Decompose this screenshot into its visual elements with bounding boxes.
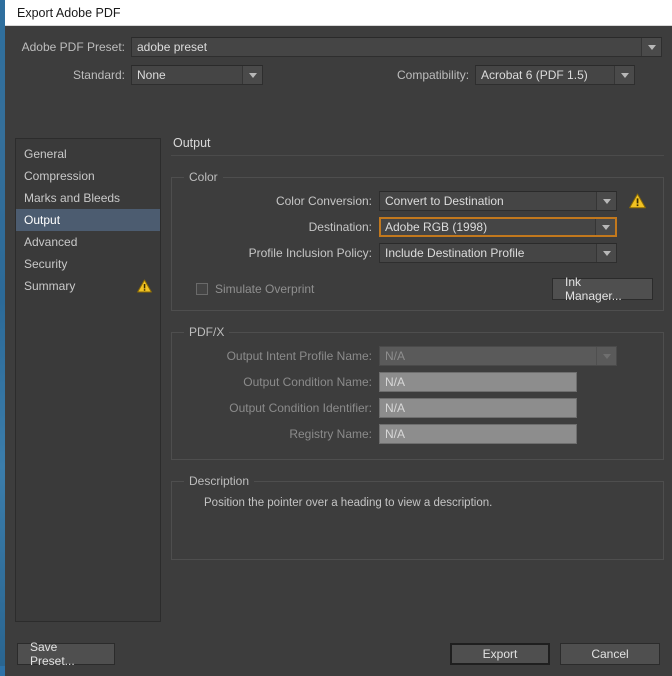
export-button[interactable]: Export (450, 643, 550, 665)
sidebar-item-label: General (24, 147, 67, 161)
profile-inclusion-policy-dropdown[interactable]: Include Destination Profile (379, 243, 617, 263)
pdfx-group: PDF/X Output Intent Profile Name: N/A Ou… (171, 325, 664, 460)
description-group: Description Position the pointer over a … (171, 474, 664, 560)
panel-heading: Output (171, 132, 664, 156)
dialog-footer: Save Preset... Export Cancel (5, 632, 672, 676)
output-panel: Output Color Color Conversion: Convert t… (171, 132, 664, 626)
output-condition-name-input: N/A (379, 372, 577, 392)
sidebar-item-label: Compression (24, 169, 95, 183)
output-condition-identifier-label: Output Condition Identifier: (229, 401, 372, 415)
profile-inclusion-policy-value: Include Destination Profile (385, 246, 525, 260)
preset-label: Adobe PDF Preset: (21, 40, 125, 54)
sidebar-item-output[interactable]: Output (16, 209, 160, 231)
output-condition-name-label: Output Condition Name: (243, 375, 372, 389)
chevron-down-icon (596, 347, 616, 365)
preset-row: Adobe PDF Preset: adobe preset (5, 36, 672, 58)
destination-row: Destination: Adobe RGB (1998) (182, 216, 653, 238)
sidebar-item-general[interactable]: General (16, 143, 160, 165)
compatibility-dropdown[interactable]: Acrobat 6 (PDF 1.5) (475, 65, 636, 85)
sidebar-item-security[interactable]: Security (16, 253, 160, 275)
output-intent-profile-row: Output Intent Profile Name: N/A (182, 345, 653, 367)
registry-name-row: Registry Name: N/A (182, 423, 653, 445)
sidebar-item-summary[interactable]: Summary (16, 275, 160, 297)
sidebar-item-advanced[interactable]: Advanced (16, 231, 160, 253)
footer-actions: Export Cancel (450, 643, 660, 665)
output-intent-profile-dropdown: N/A (379, 346, 617, 366)
simulate-overprint-row: Simulate Overprint Ink Manager... (182, 275, 653, 303)
destination-dropdown[interactable]: Adobe RGB (1998) (379, 217, 617, 237)
chevron-down-icon[interactable] (596, 192, 616, 210)
registry-name-value: N/A (385, 427, 406, 441)
output-condition-identifier-value: N/A (385, 401, 406, 415)
warning-icon (629, 193, 646, 209)
output-intent-profile-value: N/A (385, 349, 406, 363)
destination-value: Adobe RGB (1998) (385, 220, 488, 234)
save-preset-button[interactable]: Save Preset... (17, 640, 115, 668)
compatibility-value: Acrobat 6 (PDF 1.5) (481, 68, 588, 82)
chevron-down-icon[interactable] (595, 219, 615, 235)
sidebar-item-label: Advanced (24, 235, 78, 249)
output-condition-identifier-input: N/A (379, 398, 577, 418)
sidebar-item-label: Security (24, 257, 68, 271)
sidebar-item-label: Marks and Bleeds (24, 191, 121, 205)
simulate-overprint-checkbox[interactable] (196, 283, 208, 295)
adobe-pdf-preset-value: adobe preset (137, 40, 208, 54)
chevron-down-icon[interactable] (242, 66, 262, 84)
color-group: Color Color Conversion: Convert to Desti… (171, 170, 664, 311)
chevron-down-icon[interactable] (641, 38, 661, 56)
registry-name-input: N/A (379, 424, 577, 444)
cancel-button[interactable]: Cancel (560, 643, 660, 665)
profile-inclusion-policy-row: Profile Inclusion Policy: Include Destin… (182, 242, 653, 264)
color-conversion-label: Color Conversion: (275, 194, 372, 208)
sidebar-item-marks-and-bleeds[interactable]: Marks and Bleeds (16, 187, 160, 209)
settings-nav-list: General Compression Marks and Bleeds Out… (15, 138, 161, 622)
registry-name-label: Registry Name: (289, 427, 372, 441)
simulate-overprint-label: Simulate Overprint (215, 282, 315, 296)
standard-compatibility-row: Standard: None Compatibility: Acrobat 6 … (5, 64, 672, 86)
pdfx-group-legend: PDF/X (189, 325, 225, 339)
output-intent-profile-label: Output Intent Profile Name: (226, 349, 372, 363)
output-condition-identifier-row: Output Condition Identifier: N/A (182, 397, 653, 419)
color-conversion-row: Color Conversion: Convert to Destination (182, 190, 653, 212)
output-condition-name-value: N/A (385, 375, 406, 389)
sidebar-item-label: Summary (24, 279, 76, 293)
sidebar-item-compression[interactable]: Compression (16, 165, 160, 187)
warning-icon (137, 279, 152, 293)
description-group-legend: Description (189, 474, 250, 488)
color-conversion-dropdown[interactable]: Convert to Destination (379, 191, 617, 211)
sidebar-item-label: Output (24, 213, 61, 227)
standard-label: Standard: (72, 68, 125, 82)
destination-label: Destination: (308, 220, 372, 234)
dialog-title: Export Adobe PDF (17, 5, 121, 20)
dialog-body: Adobe PDF Preset: adobe preset Standard:… (5, 36, 672, 676)
ink-manager-button[interactable]: Ink Manager... (552, 275, 653, 303)
chevron-down-icon[interactable] (614, 66, 635, 84)
description-text: Position the pointer over a heading to v… (204, 497, 493, 509)
chevron-down-icon[interactable] (596, 244, 616, 262)
standard-value: None (137, 68, 166, 82)
standard-dropdown[interactable]: None (131, 65, 263, 85)
compatibility-label: Compatibility: (397, 68, 470, 82)
main-area: General Compression Marks and Bleeds Out… (5, 128, 672, 632)
color-group-legend: Color (189, 170, 218, 184)
color-conversion-value: Convert to Destination (385, 194, 504, 208)
dialog-titlebar: Export Adobe PDF (5, 0, 672, 26)
profile-inclusion-policy-label: Profile Inclusion Policy: (248, 246, 372, 260)
export-adobe-pdf-dialog: Export Adobe PDF Adobe PDF Preset: adobe… (5, 0, 672, 676)
adobe-pdf-preset-dropdown[interactable]: adobe preset (131, 37, 662, 57)
output-condition-name-row: Output Condition Name: N/A (182, 371, 653, 393)
